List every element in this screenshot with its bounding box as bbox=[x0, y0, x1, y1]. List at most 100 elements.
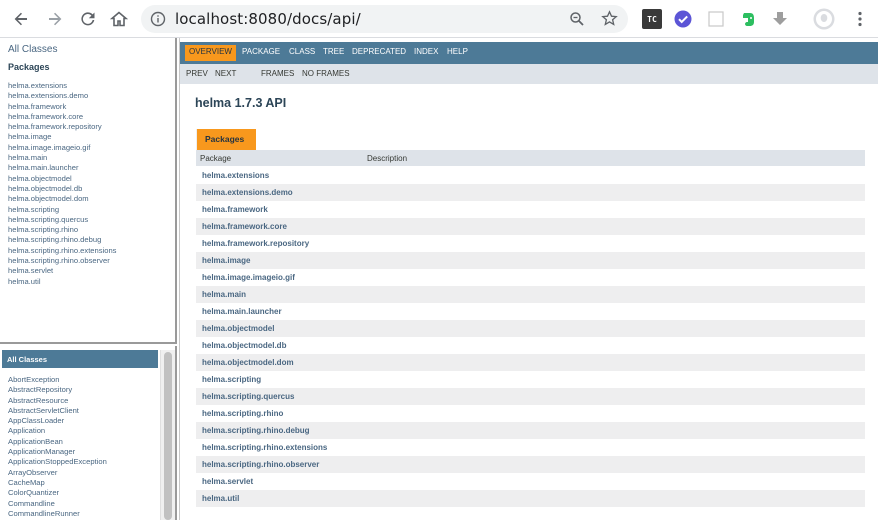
scrollbar-thumb[interactable] bbox=[164, 352, 172, 520]
package-row-link[interactable]: helma.objectmodel bbox=[202, 324, 274, 333]
table-row: helma.scripting.quercus bbox=[196, 388, 865, 405]
class-link[interactable]: ColorQuantizer bbox=[8, 488, 107, 498]
package-link[interactable]: helma.extensions bbox=[8, 81, 116, 91]
back-arrow-icon bbox=[14, 12, 27, 26]
package-link[interactable]: helma.main.launcher bbox=[8, 163, 116, 173]
class-link[interactable]: AppClassLoader bbox=[8, 416, 107, 426]
package-row-link[interactable]: helma.scripting.rhino.debug bbox=[202, 426, 310, 435]
class-list: AbortException AbstractRepository Abstract… bbox=[8, 375, 107, 519]
evernote-icon[interactable] bbox=[738, 9, 758, 29]
class-link[interactable]: ApplicationBean bbox=[8, 437, 107, 447]
download-icon[interactable] bbox=[770, 9, 790, 29]
table-row: helma.objectmodel.db bbox=[196, 337, 865, 354]
package-link[interactable]: helma.extensions.demo bbox=[8, 91, 116, 101]
class-link[interactable]: Commandline bbox=[8, 499, 107, 509]
package-link[interactable]: helma.scripting.quercus bbox=[8, 215, 116, 225]
sub-nav-bar: PREV NEXT FRAMES NO FRAMES bbox=[180, 64, 878, 84]
bookmark-star-icon[interactable] bbox=[601, 10, 618, 27]
address-bar[interactable]: localhost:8080/docs/api/ bbox=[141, 5, 628, 33]
package-link[interactable]: helma.scripting.rhino.extensions bbox=[8, 246, 116, 256]
class-link[interactable]: ApplicationStoppedException bbox=[8, 457, 107, 467]
class-link[interactable]: Application bbox=[8, 426, 107, 436]
menu-dots-icon[interactable] bbox=[850, 9, 870, 29]
nav-class[interactable]: CLASS bbox=[289, 47, 315, 56]
package-row-link[interactable]: helma.objectmodel.db bbox=[202, 341, 286, 350]
package-link[interactable]: helma.util bbox=[8, 277, 116, 287]
extension-tc-label: TC bbox=[647, 14, 657, 24]
extension-check-icon[interactable] bbox=[673, 9, 693, 29]
package-row-link[interactable]: helma.framework.repository bbox=[202, 239, 309, 248]
package-link[interactable]: helma.scripting bbox=[8, 205, 116, 215]
package-row-link[interactable]: helma.util bbox=[202, 494, 239, 503]
package-row-link[interactable]: helma.framework.core bbox=[202, 222, 287, 231]
extension-blank-icon[interactable] bbox=[706, 9, 726, 29]
nav-overview[interactable]: OVERVIEW bbox=[185, 45, 236, 61]
package-row-link[interactable]: helma.scripting.rhino bbox=[202, 409, 283, 418]
package-row-link[interactable]: helma.objectmodel.dom bbox=[202, 358, 294, 367]
package-row-link[interactable]: helma.scripting.quercus bbox=[202, 392, 294, 401]
info-icon[interactable] bbox=[150, 11, 166, 27]
nav-tree[interactable]: TREE bbox=[323, 47, 344, 56]
class-link[interactable]: CommandlineRunner bbox=[8, 509, 107, 519]
package-row-link[interactable]: helma.extensions bbox=[202, 171, 269, 180]
home-button[interactable] bbox=[107, 7, 131, 31]
package-link[interactable]: helma.main bbox=[8, 153, 116, 163]
package-link[interactable]: helma.objectmodel bbox=[8, 174, 116, 184]
class-link[interactable]: ArrayObserver bbox=[8, 468, 107, 478]
zoom-icon[interactable] bbox=[569, 11, 585, 27]
package-row-link[interactable]: helma.image.imageio.gif bbox=[202, 273, 295, 282]
table-row: helma.framework.repository bbox=[196, 235, 865, 252]
nav-deprecated[interactable]: DEPRECATED bbox=[352, 47, 406, 56]
package-link[interactable]: helma.framework bbox=[8, 102, 116, 112]
nav-help[interactable]: HELP bbox=[447, 47, 468, 56]
subnav-prev: PREV bbox=[186, 69, 208, 78]
package-row-link[interactable]: helma.image bbox=[202, 256, 250, 265]
table-row: helma.image.imageio.gif bbox=[196, 269, 865, 286]
package-row-link[interactable]: helma.main bbox=[202, 290, 246, 299]
table-row: helma.main.launcher bbox=[196, 303, 865, 320]
column-description: Description bbox=[367, 154, 408, 163]
table-row: helma.servlet bbox=[196, 473, 865, 490]
package-link[interactable]: helma.scripting.rhino.debug bbox=[8, 235, 116, 245]
subnav-next: NEXT bbox=[215, 69, 237, 78]
extension-tc-icon[interactable]: TC bbox=[642, 9, 662, 29]
profile-avatar-icon[interactable] bbox=[813, 8, 835, 30]
class-link[interactable]: AbortException bbox=[8, 375, 107, 385]
package-link[interactable]: helma.scripting.rhino bbox=[8, 225, 116, 235]
class-link[interactable]: AbstractResource bbox=[8, 396, 107, 406]
package-link[interactable]: helma.scripting.rhino.observer bbox=[8, 256, 116, 266]
back-button[interactable] bbox=[9, 7, 33, 31]
forward-button[interactable] bbox=[43, 7, 67, 31]
package-row-link[interactable]: helma.servlet bbox=[202, 477, 253, 486]
page-title: helma 1.7.3 API bbox=[195, 96, 287, 110]
subnav-no-frames[interactable]: NO FRAMES bbox=[302, 69, 350, 78]
class-link[interactable]: CacheMap bbox=[8, 478, 107, 488]
all-classes-link[interactable]: All Classes bbox=[8, 44, 57, 55]
table-row: helma.scripting.rhino.debug bbox=[196, 422, 865, 439]
package-link[interactable]: helma.framework.core bbox=[8, 112, 116, 122]
class-list-scrollbar[interactable] bbox=[160, 350, 175, 520]
class-link[interactable]: AbstractRepository bbox=[8, 385, 107, 395]
nav-index[interactable]: INDEX bbox=[414, 47, 438, 56]
reload-button[interactable] bbox=[76, 7, 100, 31]
package-link[interactable]: helma.image.imageio.gif bbox=[8, 143, 116, 153]
package-link[interactable]: helma.servlet bbox=[8, 266, 116, 276]
package-row-link[interactable]: helma.scripting.rhino.extensions bbox=[202, 443, 327, 452]
url-text[interactable]: localhost:8080/docs/api/ bbox=[175, 10, 361, 28]
package-link[interactable]: helma.framework.repository bbox=[8, 122, 116, 132]
package-link[interactable]: helma.objectmodel.db bbox=[8, 184, 116, 194]
package-row-link[interactable]: helma.extensions.demo bbox=[202, 188, 293, 197]
browser-toolbar: localhost:8080/docs/api/ TC bbox=[0, 0, 878, 38]
nav-package[interactable]: PACKAGE bbox=[242, 47, 280, 56]
package-row-link[interactable]: helma.scripting bbox=[202, 375, 261, 384]
table-row: helma.scripting.rhino.extensions bbox=[196, 439, 865, 456]
class-link[interactable]: AbstractServletClient bbox=[8, 406, 107, 416]
home-icon bbox=[110, 11, 128, 27]
package-row-link[interactable]: helma.scripting.rhino.observer bbox=[202, 460, 319, 469]
class-link[interactable]: ApplicationManager bbox=[8, 447, 107, 457]
subnav-frames[interactable]: FRAMES bbox=[261, 69, 294, 78]
package-link[interactable]: helma.objectmodel.dom bbox=[8, 194, 116, 204]
package-row-link[interactable]: helma.main.launcher bbox=[202, 307, 282, 316]
package-link[interactable]: helma.image bbox=[8, 132, 116, 142]
package-row-link[interactable]: helma.framework bbox=[202, 205, 268, 214]
